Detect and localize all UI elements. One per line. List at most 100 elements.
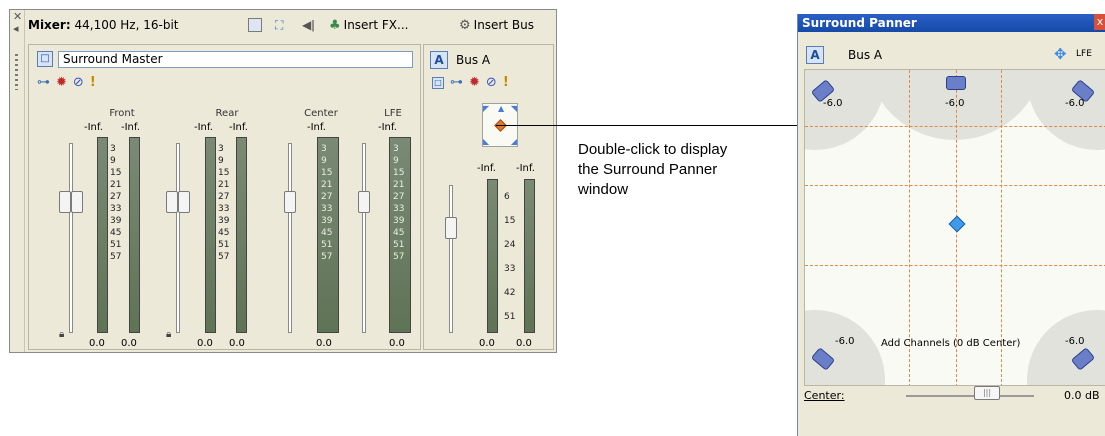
speaker-center-icon[interactable] (946, 76, 966, 90)
master-icon-row: ⊶ ✹ ⊘ ! (37, 75, 96, 90)
speaker-fr-icon: ◥ (510, 104, 517, 113)
chevron-left-icon[interactable]: ◂ (13, 23, 19, 34)
scale-center: 3 9 15 21 27 33 39 45 51 57 (321, 144, 333, 262)
mute-icon[interactable]: ⊘ (73, 75, 84, 90)
meter-rear-r (236, 137, 247, 333)
peak-lfe: -Inf. (378, 122, 397, 133)
fader-track-front[interactable] (69, 143, 73, 333)
mixer-format: 44,100 Hz, 16-bit (74, 18, 179, 32)
square-icon[interactable]: □ (432, 76, 444, 89)
mixer-dock-handle[interactable]: ✕ ◂ (10, 10, 25, 352)
mute-icon[interactable]: ⊘ (486, 75, 497, 90)
center-slider-thumb[interactable]: ||| (974, 386, 1000, 400)
fader-thumb-center[interactable] (284, 191, 296, 213)
close-icon[interactable]: ✕ (13, 11, 22, 22)
lock-icon[interactable]: 🔒︎ (166, 329, 171, 340)
peak-front-left: -Inf. (84, 122, 103, 133)
value-bus-r: 0.0 (516, 338, 532, 349)
surround-panner-window: Surround Panner x A Bus A ✥ LFE -6.0 -6.… (797, 14, 1105, 436)
grid-line (805, 265, 1105, 266)
pan-field[interactable]: -6.0 -6.0 -6.0 -6.0 -6.0 Add Channels (0… (804, 69, 1105, 386)
cursor-icon (248, 18, 262, 32)
master-badge[interactable]: □ (37, 51, 53, 67)
insert-bus-button[interactable]: ⚙ Insert Bus (459, 16, 534, 34)
peak-bus-left: -Inf. (477, 163, 496, 174)
meter-bus-r (524, 179, 535, 333)
peak-bus-right: -Inf. (516, 163, 535, 174)
bus-badge[interactable]: A (806, 46, 824, 64)
insert-fx-label: Insert FX... (343, 18, 409, 32)
solo-icon[interactable]: ! (503, 75, 509, 90)
insert-fx-icon: ♣ (329, 17, 341, 33)
add-channels-label[interactable]: Add Channels (0 dB Center) (881, 338, 1020, 349)
master-square-icon: □ (37, 51, 53, 67)
solo-icon[interactable]: ! (90, 75, 96, 90)
plug-icon[interactable]: ⊶ (450, 75, 463, 90)
value-center: 0.0 (316, 338, 332, 349)
lfe-toggle[interactable]: LFE (1076, 49, 1092, 59)
meter-rear-l (205, 137, 216, 333)
meter-front-l (97, 137, 108, 333)
move-icon[interactable]: ✥ (1054, 45, 1067, 63)
bus-a-panel: A Bus A □ ⊶ ✹ ⊘ ! ◤ ▲ ◥ ◣ ◢ -Inf. -Inf. … (423, 44, 554, 350)
fx-gear-icon[interactable]: ✹ (56, 75, 67, 90)
value-front-r: 0.0 (121, 338, 137, 349)
fader-thumb-bus[interactable] (445, 217, 457, 239)
peak-center: -Inf. (307, 122, 326, 133)
downmix-button[interactable]: ◀ǀ (302, 16, 315, 34)
bus-badge[interactable]: A (430, 51, 448, 69)
grip-icon[interactable] (15, 54, 18, 90)
surround-master-panel: □ Surround Master ⊶ ✹ ⊘ ! Front -Inf. -I… (28, 44, 421, 350)
close-button[interactable]: x (1094, 14, 1105, 30)
speaker-zone-rl (805, 310, 885, 385)
meter-bus-l (487, 179, 498, 333)
center-slider-track[interactable] (906, 395, 1034, 397)
scale-rear: 3 9 15 21 27 33 39 45 51 57 (218, 144, 230, 262)
peak-rear-right: -Inf. (229, 122, 248, 133)
grid-line (805, 185, 1105, 186)
speaker-rr-icon: ◢ (510, 137, 517, 146)
speaker-rl-icon: ◣ (483, 137, 490, 146)
fx-gear-icon[interactable]: ✹ (469, 75, 480, 90)
expand-button[interactable]: ⛶ (275, 16, 283, 34)
callout-line-1: Double-click to display (578, 141, 728, 158)
plug-icon[interactable]: ⊶ (37, 75, 50, 90)
callout-text: Double-click to display the Surround Pan… (578, 140, 727, 200)
fader-thumb-front-r[interactable] (71, 191, 83, 213)
panner-title-bar[interactable]: Surround Panner (798, 14, 1105, 32)
scale-front: 3 9 15 21 27 33 39 45 51 57 (110, 144, 122, 262)
master-name-field[interactable]: Surround Master (58, 51, 413, 68)
speaker-zone-rr (1027, 310, 1105, 385)
value-rear-r: 0.0 (229, 338, 245, 349)
speaker-icon: ◀ǀ (302, 18, 315, 32)
pan-point[interactable] (948, 215, 966, 233)
fader-thumb-front-l[interactable] (59, 191, 71, 213)
channel-label-front: Front (109, 108, 135, 119)
center-value: 0.0 dB (1064, 389, 1100, 402)
callout-line-3: window (578, 181, 629, 198)
insert-fx-button[interactable]: ♣ Insert FX... (329, 16, 408, 34)
select-tool-button[interactable] (248, 16, 262, 34)
value-front-l: 0.0 (89, 338, 105, 349)
fader-track-center[interactable] (288, 143, 292, 333)
fader-track-bus[interactable] (449, 185, 453, 333)
fader-track-lfe[interactable] (362, 143, 366, 333)
db-rear-right: -6.0 (1065, 336, 1085, 347)
insert-bus-icon: ⚙ (459, 17, 471, 33)
peak-front-right: -Inf. (121, 122, 140, 133)
lock-icon[interactable]: 🔒︎ (59, 329, 64, 340)
value-lfe: 0.0 (389, 338, 405, 349)
peak-rear-left: -Inf. (194, 122, 213, 133)
speaker-fl-icon: ◤ (483, 104, 490, 113)
scale-lfe: 3 9 15 21 27 33 39 45 51 57 (393, 144, 405, 262)
fader-thumb-lfe[interactable] (358, 191, 370, 213)
mixer-window: ✕ ◂ Mixer: 44,100 Hz, 16-bit ⛶ ◀ǀ ♣ Inse… (9, 9, 557, 353)
fader-thumb-rear-r[interactable] (178, 191, 190, 213)
fader-track-rear[interactable] (176, 143, 180, 333)
speaker-zone-fr (1027, 70, 1105, 150)
scale-bus: 6 15 24 33 42 51 (504, 192, 516, 322)
fader-thumb-rear-l[interactable] (166, 191, 178, 213)
channel-label-lfe: LFE (384, 108, 402, 119)
channel-label-center: Center (304, 108, 338, 119)
bus-icon-row: □ ⊶ ✹ ⊘ ! (432, 75, 509, 90)
